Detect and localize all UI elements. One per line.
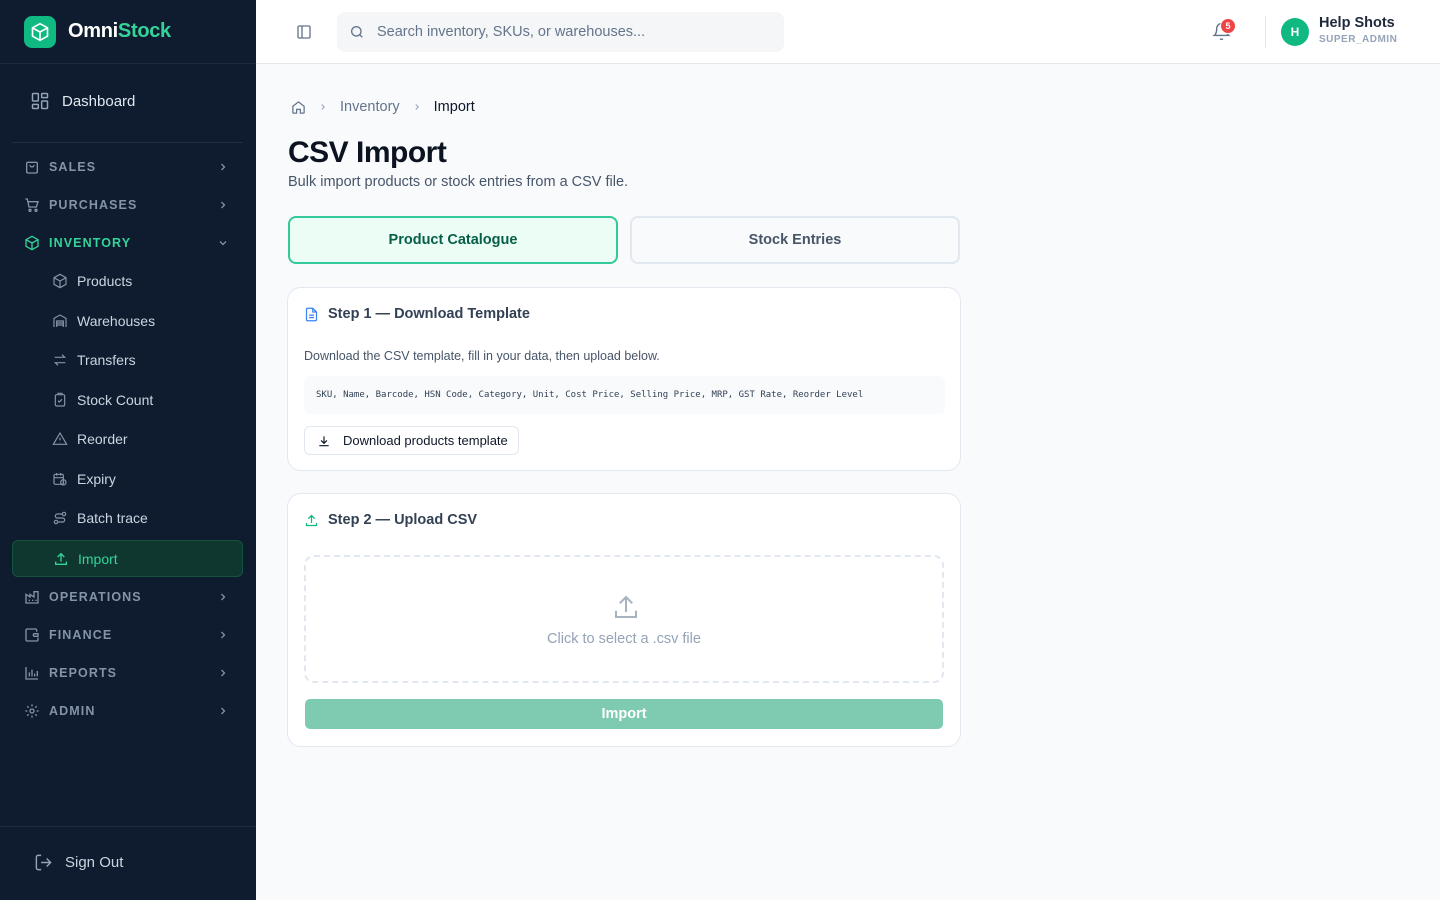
shopping-bag-icon [26, 161, 38, 174]
package-icon [53, 273, 67, 289]
breadcrumb-current: Import [433, 99, 475, 115]
user-role: SUPER_ADMIN [1319, 34, 1398, 45]
alert-triangle-icon [52, 431, 68, 445]
bar-chart-icon [25, 667, 38, 680]
sidebar-item-dashboard[interactable]: Dashboard [18, 84, 243, 118]
sidebar-footer: Sign Out [0, 826, 256, 900]
chevron-down-icon [219, 241, 227, 246]
box-logo-icon [24, 15, 56, 48]
route-icon [53, 511, 67, 525]
sidebar-section-finance[interactable]: FINANCE [12, 618, 243, 652]
chevron-right-icon [221, 593, 226, 601]
step1-card: Step 1 — Download Template Download the … [287, 287, 961, 471]
factory-icon [25, 591, 39, 604]
sidebar-item-transfers[interactable]: Transfers [40, 343, 243, 377]
step2-title: Step 2 — Upload CSV [304, 512, 477, 528]
sidebar-section-inventory[interactable]: INVENTORY [12, 226, 243, 260]
chevron-right-icon [221, 707, 226, 715]
sidebar-item-expiry[interactable]: Expiry [40, 462, 243, 496]
sidebar-section-purchases[interactable]: PURCHASES [12, 188, 243, 222]
step1-description: Download the CSV template, fill in your … [304, 349, 660, 363]
sidebar-section-sales[interactable]: SALES [12, 150, 243, 184]
sidebar-section-operations[interactable]: OPERATIONS [12, 580, 243, 614]
template-columns: SKU, Name, Barcode, HSN Code, Category, … [304, 376, 945, 414]
chevron-right-icon [415, 104, 419, 110]
sidebar-section-reports[interactable]: REPORTS [12, 656, 243, 690]
search-icon [351, 26, 363, 38]
sidebar-divider [12, 142, 243, 143]
dashboard-grid-icon [31, 92, 49, 110]
sidebar-toggle-button[interactable] [296, 24, 312, 45]
import-button[interactable]: Import [305, 699, 943, 729]
notification-count-badge: 5 [1220, 18, 1236, 34]
avatar[interactable]: H [1281, 18, 1309, 46]
dropzone-text: Click to select a .csv file [547, 631, 701, 647]
chevron-right-icon [221, 201, 226, 209]
gear-icon [25, 704, 39, 718]
sidebar-item-import[interactable]: Import [12, 540, 243, 577]
sign-out-button[interactable]: Sign Out [34, 853, 123, 872]
user-name[interactable]: Help Shots [1319, 15, 1395, 31]
step2-card: Step 2 — Upload CSV Click to select a .c… [287, 493, 961, 747]
search-bar [337, 12, 784, 52]
upload-icon [55, 552, 67, 565]
page-title: CSV Import [288, 136, 447, 169]
calendar-clock-icon [53, 473, 67, 486]
file-text-icon [305, 307, 318, 321]
panel-left-icon [297, 25, 311, 39]
upload-icon [615, 595, 637, 618]
chevron-right-icon [221, 163, 226, 171]
breadcrumb-inventory[interactable]: Inventory [340, 99, 400, 115]
chevron-right-icon [321, 104, 325, 110]
sidebar-item-label: Dashboard [62, 92, 136, 110]
tab-product-catalogue[interactable]: Product Catalogue [288, 216, 618, 264]
chevron-right-icon [221, 631, 226, 639]
tab-stock-entries[interactable]: Stock Entries [630, 216, 960, 264]
top-header: 5 H Help Shots SUPER_ADMIN [256, 0, 1440, 64]
home-icon[interactable] [291, 100, 306, 115]
search-input[interactable] [377, 24, 757, 40]
chevron-right-icon [221, 669, 226, 677]
sidebar-item-products[interactable]: Products [40, 264, 243, 298]
clipboard-check-icon [54, 392, 66, 407]
step1-title: Step 1 — Download Template [304, 306, 530, 322]
breadcrumb: Inventory Import [291, 99, 475, 115]
sidebar-item-stock-count[interactable]: Stock Count [40, 383, 243, 417]
package-icon [25, 235, 39, 251]
page-subtitle: Bulk import products or stock entries fr… [288, 174, 629, 190]
download-template-button[interactable]: Download products template [304, 426, 519, 455]
sidebar-item-batch-trace[interactable]: Batch trace [40, 501, 243, 535]
shopping-cart-icon [25, 198, 39, 212]
download-icon [319, 435, 329, 446]
header-divider [1265, 16, 1266, 48]
wallet-icon [25, 628, 39, 642]
brand[interactable]: OmniStock [0, 0, 256, 64]
sidebar-section-admin[interactable]: ADMIN [12, 694, 243, 728]
file-dropzone[interactable]: Click to select a .csv file [304, 555, 944, 683]
warehouse-icon [53, 314, 67, 327]
logout-icon [35, 854, 52, 871]
brand-name: OmniStock [68, 20, 171, 42]
sidebar: OmniStock Dashboard SALES PURCHASES INVE… [0, 0, 256, 900]
sidebar-item-warehouses[interactable]: Warehouses [40, 304, 243, 338]
sidebar-item-reorder[interactable]: Reorder [40, 422, 243, 456]
arrows-left-right-icon [53, 354, 67, 366]
upload-icon [305, 514, 318, 526]
